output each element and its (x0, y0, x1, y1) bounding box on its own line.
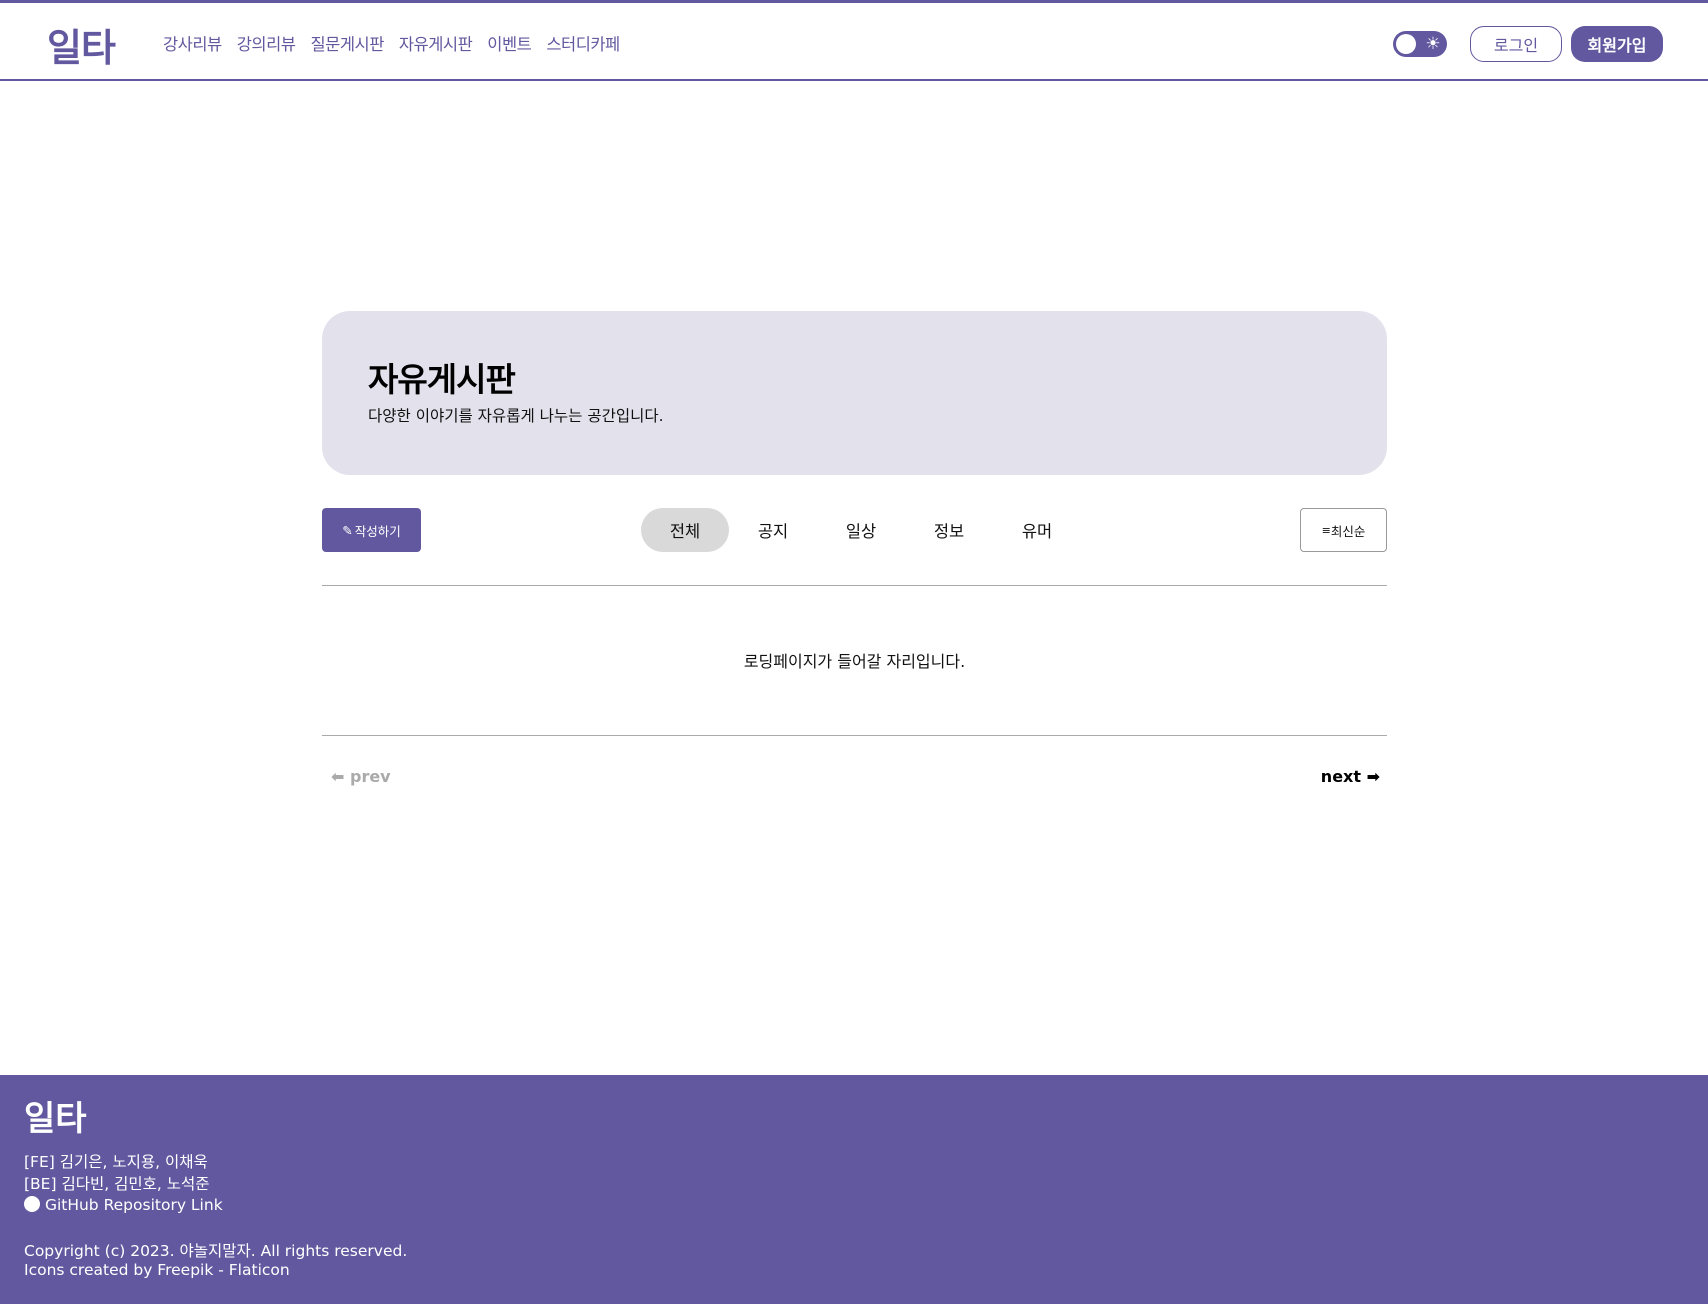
tab-daily[interactable]: 일상 (817, 508, 905, 552)
sort-icon: ≡ (1321, 523, 1331, 537)
tab-all[interactable]: 전체 (641, 508, 729, 552)
nav-lecture-review[interactable]: 강의리뷰 (237, 31, 296, 55)
main-nav: 강사리뷰 강의리뷰 질문게시판 자유게시판 이벤트 스터디카페 (163, 31, 620, 55)
signup-button[interactable]: 회원가입 (1571, 26, 1663, 62)
fe-team: [FE] 김기은, 노지용, 이채욱 (24, 1153, 208, 1171)
next-button[interactable]: next ➡ (1280, 767, 1380, 786)
nav-event[interactable]: 이벤트 (487, 31, 532, 55)
nav-free-board[interactable]: 자유게시판 (399, 31, 473, 55)
write-label: 작성하기 (354, 523, 401, 539)
tab-humor[interactable]: 유머 (993, 508, 1081, 552)
arrow-right-icon: ➡ (1366, 767, 1380, 786)
tab-info[interactable]: 정보 (905, 508, 993, 552)
sort-label: 최신순 (1330, 523, 1366, 539)
tab-notice[interactable]: 공지 (729, 508, 817, 552)
github-icon (24, 1196, 40, 1212)
sort-button[interactable]: ≡ 최신순 (1300, 508, 1387, 552)
pencil-icon: ✎ (342, 522, 353, 538)
nav-study-cafe[interactable]: 스터디카페 (546, 31, 620, 55)
arrow-left-icon: ⬅ (331, 767, 345, 786)
prev-label: prev (349, 767, 391, 786)
nav-instructor-review[interactable]: 강사리뷰 (163, 31, 222, 55)
divider (322, 585, 1387, 586)
category-tabs: 전체 공지 일상 정보 유머 (641, 508, 1081, 552)
header: 일타 강사리뷰 강의리뷰 질문게시판 자유게시판 이벤트 스터디카페 ☀ 로그인… (0, 3, 1708, 81)
footer-logo: 일타 (24, 1099, 87, 1139)
prev-button[interactable]: ⬅ prev (331, 767, 391, 786)
divider (322, 735, 1387, 736)
page-title: 자유게시판 (368, 360, 516, 399)
logo[interactable]: 일타 (47, 17, 116, 72)
footer: 일타 [FE] 김기은, 노지용, 이채욱 [BE] 김다빈, 김민호, 노석준… (0, 1075, 1708, 1304)
be-team: [BE] 김다빈, 김민호, 노석준 (24, 1175, 210, 1193)
github-link-label: GitHub Repository Link (44, 1196, 223, 1214)
page-subtitle: 다양한 이야기를 자유롭게 나누는 공간입니다. (368, 407, 664, 425)
icon-credit: Icons created by Freepik - Flaticon (24, 1261, 290, 1279)
login-button[interactable]: 로그인 (1470, 26, 1562, 62)
nav-qna-board[interactable]: 질문게시판 (310, 31, 384, 55)
board-banner: 자유게시판 다양한 이야기를 자유롭게 나누는 공간입니다. (322, 311, 1387, 475)
next-label: next (1320, 767, 1362, 786)
toggle-knob (1396, 34, 1416, 54)
loading-placeholder: 로딩페이지가 들어갈 자리입니다. (743, 652, 966, 671)
copyright: Copyright (c) 2023. 야놀지말자. All rights re… (24, 1242, 408, 1260)
theme-toggle[interactable]: ☀ (1393, 31, 1447, 57)
write-button[interactable]: ✎ 작성하기 (322, 508, 421, 552)
sun-icon: ☀ (1425, 34, 1441, 54)
github-link[interactable]: GitHub Repository Link (24, 1196, 223, 1214)
